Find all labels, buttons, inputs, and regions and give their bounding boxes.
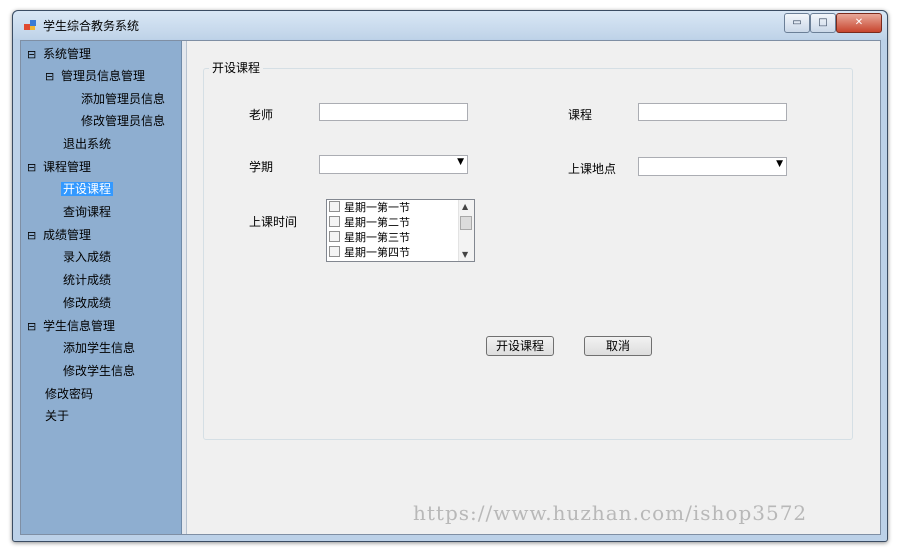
- title-bar[interactable]: 学生综合教务系统 ▭ □ ✕: [13, 11, 887, 39]
- collapse-icon[interactable]: ⊟: [27, 227, 37, 245]
- tree-node-change-password[interactable]: 修改密码: [43, 385, 95, 403]
- nav-tree: ⊟ 系统管理 ⊟ 管理员信息管理 添加管理员信息 修改管理员信息 退出系统 ⊟ 课程管…: [21, 41, 182, 534]
- tree-node-grades[interactable]: ⊟ 成绩管理: [27, 226, 93, 244]
- tree-node-admin-info[interactable]: ⊟ 管理员信息管理: [45, 67, 147, 85]
- course-input[interactable]: [638, 103, 787, 121]
- tree-node-label: 课程管理: [43, 160, 92, 174]
- time-checklist[interactable]: 星期一第一节 星期一第二节 星期一第三节 星期一第四节 ▲ ▼: [326, 199, 475, 262]
- checkbox[interactable]: [329, 201, 340, 212]
- tree-node-label: 修改管理员信息: [81, 114, 166, 128]
- teacher-label: 老师: [249, 108, 274, 122]
- scroll-down-icon[interactable]: ▼: [462, 250, 468, 259]
- tree-node-label: 统计成绩: [63, 273, 112, 287]
- tree-node-query-course[interactable]: 查询课程: [61, 203, 113, 221]
- tree-node-course[interactable]: ⊟ 课程管理: [27, 158, 93, 176]
- tree-node-label: 关于: [45, 409, 70, 423]
- tree-node-label: 管理员信息管理: [61, 69, 146, 83]
- tree-node-label: 修改成绩: [63, 296, 112, 310]
- teacher-input[interactable]: [319, 103, 468, 121]
- tree-node-about[interactable]: 关于: [43, 407, 71, 425]
- location-select[interactable]: ▼: [638, 157, 787, 176]
- tree-node-label: 退出系统: [63, 137, 112, 151]
- tree-node-label: 添加学生信息: [63, 341, 136, 355]
- client-area: ⊟ 系统管理 ⊟ 管理员信息管理 添加管理员信息 修改管理员信息 退出系统 ⊟ 课程管…: [20, 40, 881, 535]
- time-option[interactable]: 星期一第三节: [329, 230, 410, 245]
- tree-node-enter-grades[interactable]: 录入成绩: [61, 248, 113, 266]
- course-label: 课程: [568, 108, 593, 122]
- time-label: 上课时间: [249, 215, 298, 229]
- maximize-button[interactable]: □: [810, 13, 836, 33]
- checkbox[interactable]: [329, 246, 340, 257]
- checkbox[interactable]: [329, 216, 340, 227]
- collapse-icon[interactable]: ⊟: [27, 159, 37, 177]
- term-select[interactable]: ▼: [319, 155, 468, 174]
- groupbox-title: 开设课程: [209, 59, 264, 76]
- scroll-thumb[interactable]: [460, 216, 472, 230]
- tree-node-label: 系统管理: [43, 47, 92, 61]
- watermark: https://www.huzhan.com/ishop3572: [413, 501, 808, 525]
- main-window: 学生综合教务系统 ▭ □ ✕ ⊟ 系统管理 ⊟ 管理员信息管理 添加管理员信息 修改…: [12, 10, 888, 542]
- tree-node-open-course[interactable]: 开设课程: [61, 180, 114, 198]
- time-option-label: 星期一第二节: [344, 216, 410, 229]
- open-course-groupbox: 老师 课程 学期 ▼ 上课地点 ▼ 上课时间: [203, 68, 853, 440]
- content-panel: 老师 课程 学期 ▼ 上课地点 ▼ 上课时间 开设课程 星期一第一节 星期一第二…: [187, 41, 880, 534]
- time-option[interactable]: 星期一第二节: [329, 215, 410, 230]
- tree-node-label: 成绩管理: [43, 228, 92, 242]
- cancel-button[interactable]: 取消: [584, 336, 652, 356]
- collapse-icon[interactable]: ⊟: [27, 46, 37, 64]
- time-option-label: 星期一第一节: [344, 201, 410, 214]
- tree-node-add-admin[interactable]: 添加管理员信息: [79, 90, 167, 108]
- tree-node-label: 修改学生信息: [63, 364, 136, 378]
- tree-node-add-student[interactable]: 添加学生信息: [61, 339, 137, 357]
- checklist-scrollbar[interactable]: ▲ ▼: [458, 200, 474, 261]
- location-label: 上课地点: [568, 162, 617, 176]
- window-title: 学生综合教务系统: [43, 19, 140, 33]
- checkbox[interactable]: [329, 231, 340, 242]
- tree-node-label: 修改密码: [45, 387, 94, 401]
- tree-node-label: 添加管理员信息: [81, 92, 166, 106]
- tree-node-label: 查询课程: [63, 205, 112, 219]
- minimize-button[interactable]: ▭: [784, 13, 810, 33]
- close-button[interactable]: ✕: [836, 13, 882, 33]
- tree-node-system[interactable]: ⊟ 系统管理: [27, 45, 93, 63]
- tree-node-edit-grades[interactable]: 修改成绩: [61, 294, 113, 312]
- tree-node-student-info[interactable]: ⊟ 学生信息管理: [27, 317, 117, 335]
- time-option[interactable]: 星期一第一节: [329, 200, 410, 215]
- app-icon: [24, 20, 36, 30]
- tree-node-label: 录入成绩: [63, 250, 112, 264]
- tree-node-edit-admin[interactable]: 修改管理员信息: [79, 112, 167, 130]
- time-option-label: 星期一第三节: [344, 231, 410, 244]
- collapse-icon[interactable]: ⊟: [45, 68, 55, 86]
- term-label: 学期: [249, 160, 274, 174]
- open-course-button[interactable]: 开设课程: [486, 336, 554, 356]
- collapse-icon[interactable]: ⊟: [27, 318, 37, 336]
- time-option-label: 星期一第四节: [344, 246, 410, 259]
- tree-node-exit[interactable]: 退出系统: [61, 135, 113, 153]
- scroll-up-icon[interactable]: ▲: [462, 202, 468, 211]
- chevron-down-icon: ▼: [776, 159, 783, 169]
- chevron-down-icon: ▼: [457, 157, 464, 167]
- tree-node-stat-grades[interactable]: 统计成绩: [61, 271, 113, 289]
- tree-node-label: 学生信息管理: [43, 319, 116, 333]
- tree-node-edit-student[interactable]: 修改学生信息: [61, 362, 137, 380]
- time-option[interactable]: 星期一第四节: [329, 245, 410, 260]
- tree-node-label: 开设课程: [61, 182, 114, 196]
